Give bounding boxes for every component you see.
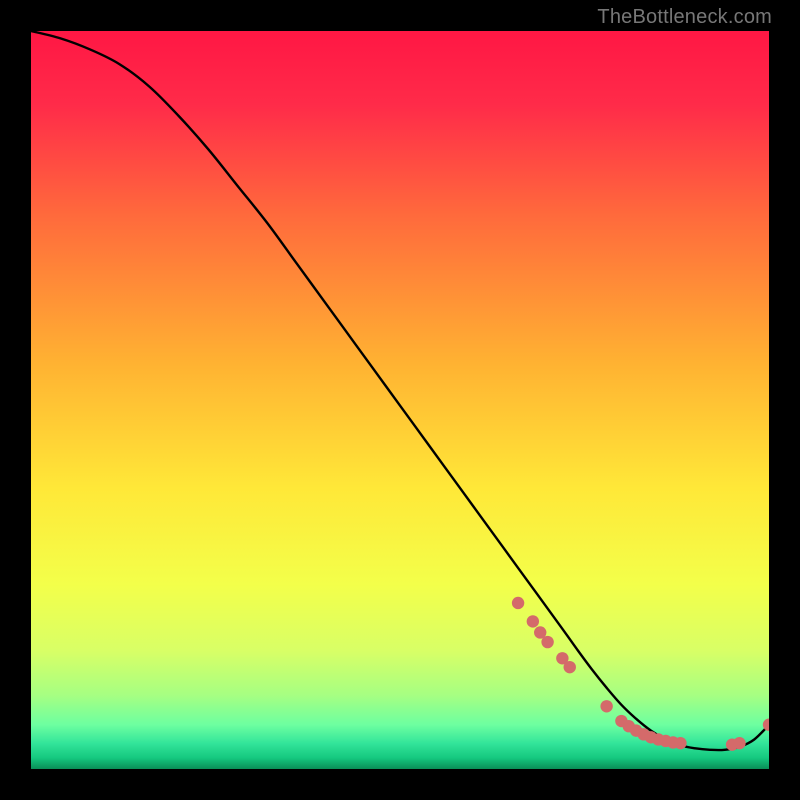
marker-point: [674, 737, 686, 749]
watermark-text: TheBottleneck.com: [597, 6, 772, 29]
chart-stage: TheBottleneck.com: [0, 0, 800, 800]
marker-point: [527, 615, 539, 627]
marker-point: [763, 719, 775, 731]
marker-point: [564, 661, 576, 673]
bottleneck-chart: [0, 0, 800, 800]
marker-point: [541, 636, 553, 648]
marker-point: [600, 700, 612, 712]
marker-point: [733, 737, 745, 749]
marker-point: [512, 597, 524, 609]
plot-background: [31, 31, 769, 769]
